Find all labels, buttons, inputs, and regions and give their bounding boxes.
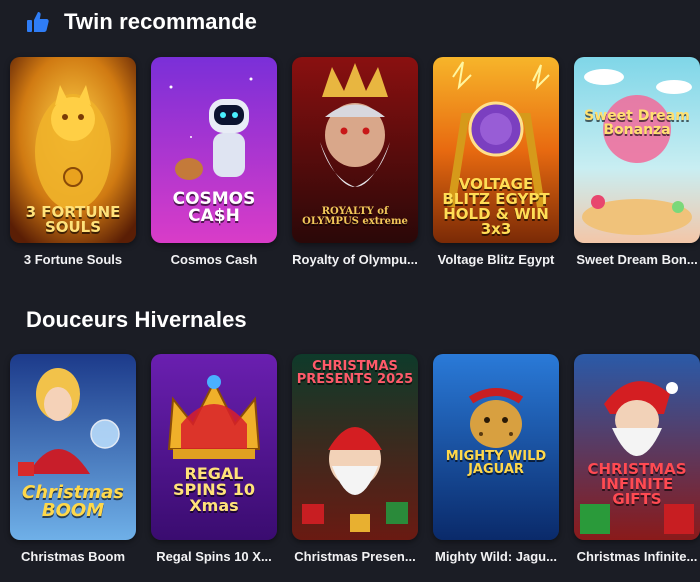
game-card[interactable]: Sweet Dream Bonanza Sweet Dream Bon... (574, 57, 700, 267)
section-title: Twin recommande (64, 9, 258, 34)
game-card[interactable]: CHRISTMAS PRESENTS 2025 Christmas Presen… (292, 354, 418, 564)
game-title[interactable]: Cosmos Cash (151, 252, 277, 267)
section-header-recommended: Twin recommande (26, 9, 257, 35)
game-card[interactable]: 3 FORTUNE SOULS 3 Fortune Souls (10, 57, 136, 267)
game-card[interactable]: VOLTAGE BLITZ EGYPT HOLD & WIN 3x3 Volta… (433, 57, 559, 267)
game-card[interactable]: CHRISTMAS INFINITE GIFTS Christmas Infin… (574, 354, 700, 564)
game-thumbnail[interactable]: COSMOS CA$H (151, 57, 277, 243)
game-logo: VOLTAGE BLITZ EGYPT HOLD & WIN 3x3 (442, 175, 550, 238)
game-logo: CHRISTMAS PRESENTS 2025 (296, 359, 414, 387)
game-title[interactable]: Christmas Boom (10, 549, 136, 564)
games-row-winter: Christmas BOOM Christmas Boom REGAL SPIN… (10, 354, 700, 564)
game-logo: 3 FORTUNE SOULS (25, 203, 121, 236)
game-title[interactable]: Royalty of Olympu... (292, 252, 418, 267)
game-thumbnail[interactable]: ROYALTY of OLYMPUS extreme (292, 57, 418, 243)
game-title[interactable]: Voltage Blitz Egypt (433, 252, 559, 267)
game-card[interactable]: Christmas BOOM Christmas Boom (10, 354, 136, 564)
game-thumbnail[interactable]: REGAL SPINS 10 Xmas (151, 354, 277, 540)
game-title[interactable]: Christmas Infinite... (574, 549, 700, 564)
game-card[interactable]: ROYALTY of OLYMPUS extreme Royalty of Ol… (292, 57, 418, 267)
game-thumbnail[interactable]: MIGHTY WILD JAGUAR (433, 354, 559, 540)
games-row-recommended: 3 FORTUNE SOULS 3 Fortune Souls COSMOS C… (10, 57, 700, 267)
game-logo: MIGHTY WILD JAGUAR (445, 449, 547, 477)
thumbs-up-icon (26, 10, 50, 34)
game-title[interactable]: Mighty Wild: Jagu... (433, 549, 559, 564)
game-logo: CHRISTMAS INFINITE GIFTS (587, 460, 687, 508)
game-title[interactable]: Regal Spins 10 X... (151, 549, 277, 564)
section-header-winter: Douceurs Hivernales (26, 307, 247, 333)
game-card[interactable]: MIGHTY WILD JAGUAR Mighty Wild: Jagu... (433, 354, 559, 564)
game-thumbnail[interactable]: CHRISTMAS PRESENTS 2025 (292, 354, 418, 540)
game-logo: Christmas BOOM (21, 482, 124, 521)
game-title[interactable]: Christmas Presen... (292, 549, 418, 564)
game-thumbnail[interactable]: VOLTAGE BLITZ EGYPT HOLD & WIN 3x3 (433, 57, 559, 243)
section-title: Douceurs Hivernales (26, 307, 247, 332)
game-thumbnail[interactable]: Christmas BOOM (10, 354, 136, 540)
game-thumbnail[interactable]: CHRISTMAS INFINITE GIFTS (574, 354, 700, 540)
game-title[interactable]: 3 Fortune Souls (10, 252, 136, 267)
game-thumbnail[interactable]: 3 FORTUNE SOULS (10, 57, 136, 243)
game-logo: ROYALTY of OLYMPUS extreme (302, 206, 408, 227)
game-logo: COSMOS CA$H (172, 189, 256, 226)
game-title[interactable]: Sweet Dream Bon... (574, 252, 700, 267)
game-logo: Sweet Dream Bonanza (584, 108, 690, 138)
game-thumbnail[interactable]: Sweet Dream Bonanza (574, 57, 700, 243)
game-card[interactable]: COSMOS CA$H Cosmos Cash (151, 57, 277, 267)
game-logo: REGAL SPINS 10 Xmas (173, 464, 255, 515)
game-card[interactable]: REGAL SPINS 10 Xmas Regal Spins 10 X... (151, 354, 277, 564)
